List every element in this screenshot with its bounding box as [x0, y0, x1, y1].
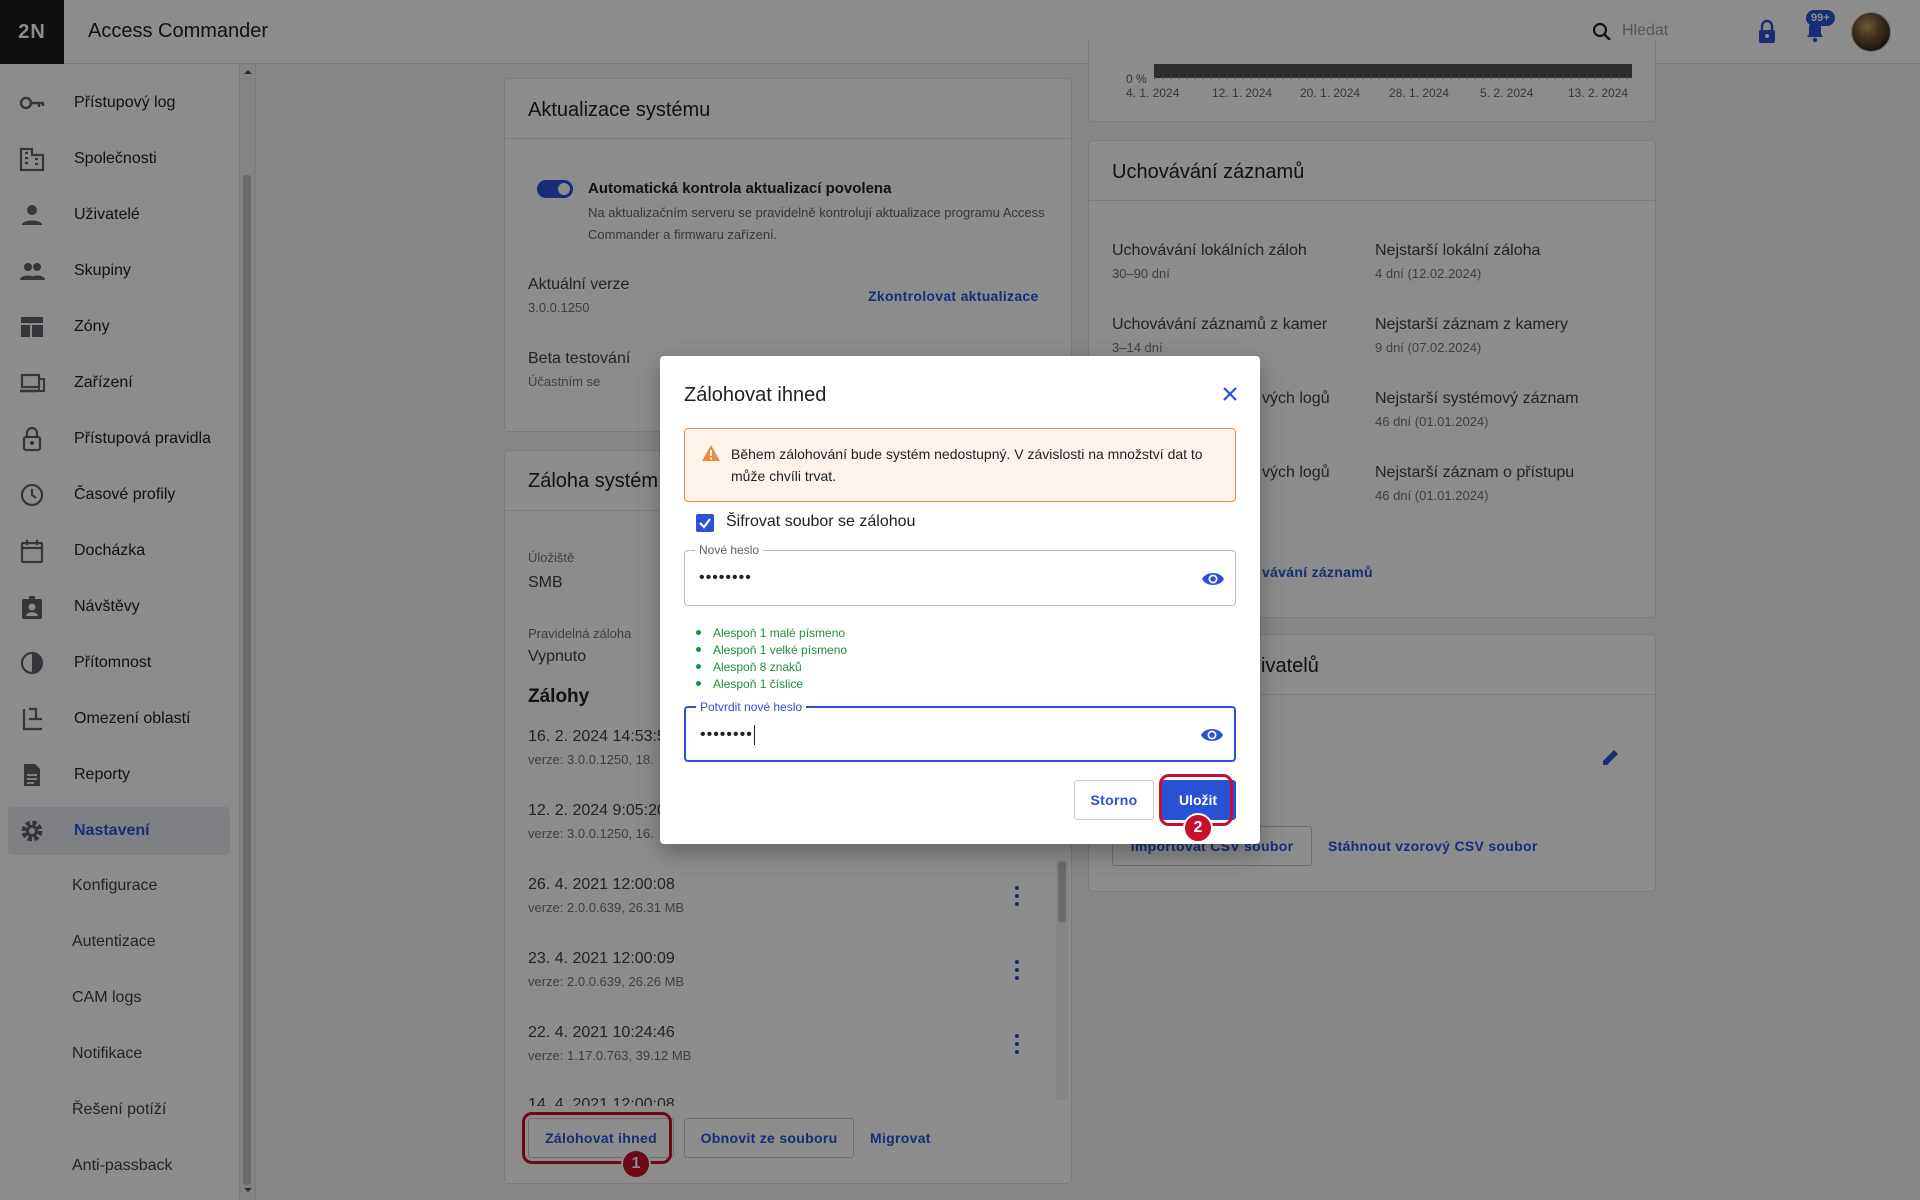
warning-icon [702, 445, 720, 461]
backup-now-dialog: Zálohovat ihned Během zálohování bude sy… [660, 356, 1260, 844]
encrypt-checkbox[interactable] [696, 514, 714, 532]
warning-text: Během zálohování bude systém nedostupný.… [731, 446, 1203, 484]
password-rules: Alespoň 1 malé písmeno Alespoň 1 velké p… [696, 624, 847, 692]
password-rule: Alespoň 1 číslice [696, 675, 847, 692]
new-password-input[interactable]: •••••••• [699, 569, 752, 587]
field-label: Potvrdit nové heslo [696, 700, 807, 714]
confirm-password-field[interactable]: Potvrdit nové heslo •••••••• [684, 700, 1236, 762]
password-rule: Alespoň 8 znaků [696, 658, 847, 675]
confirm-password-input[interactable]: •••••••• [700, 725, 755, 745]
password-rule: Alespoň 1 velké písmeno [696, 641, 847, 658]
cancel-button[interactable]: Storno [1074, 780, 1154, 820]
close-icon[interactable] [1218, 382, 1242, 406]
field-label: Nové heslo [695, 543, 764, 557]
new-password-field[interactable]: Nové heslo •••••••• [684, 543, 1236, 606]
check-icon [699, 518, 711, 529]
encrypt-checkbox-label[interactable]: Šifrovat soubor se zálohou [726, 513, 915, 531]
dialog-title: Zálohovat ihned [684, 384, 827, 406]
password-rule: Alespoň 1 malé písmeno [696, 624, 847, 641]
show-password-icon[interactable] [1201, 567, 1225, 591]
annotation-step-2: 2 [1183, 813, 1213, 843]
warning-alert: Během zálohování bude systém nedostupný.… [684, 428, 1236, 502]
show-password-icon[interactable] [1200, 723, 1224, 747]
